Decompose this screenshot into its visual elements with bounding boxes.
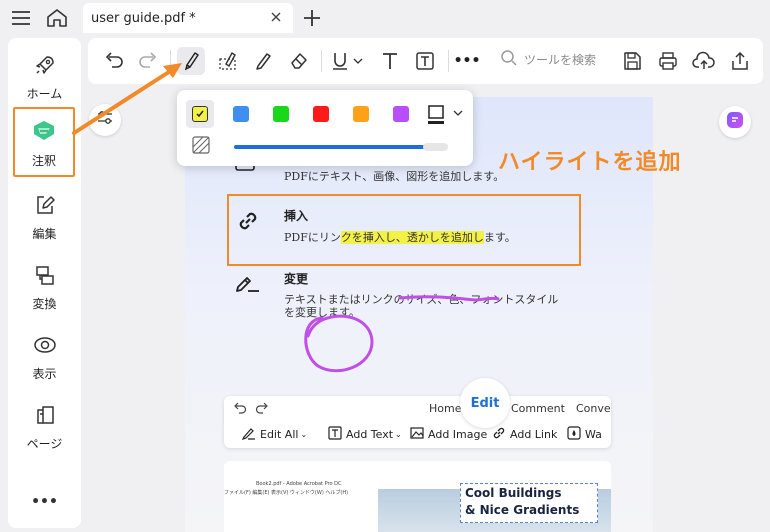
chevron-down-icon: ⌄ <box>395 430 402 439</box>
embed-tool-add-image: Add Image <box>410 426 487 443</box>
color-swatch-red[interactable] <box>307 100 335 128</box>
embed-tool-add-text: Add Text ⌄ <box>328 426 402 443</box>
color-swatch-orange[interactable] <box>347 100 375 128</box>
swatch-fill <box>273 106 289 122</box>
image-icon <box>410 426 424 443</box>
embed-tool-label: Wa <box>585 428 602 441</box>
swatch-fill <box>313 106 329 122</box>
mini-menu-bar: ファイル(F) 編集(E) 表示(V) ウィンドウ(W) ヘルプ(H) <box>224 490 349 496</box>
swatch-fill <box>353 106 369 122</box>
embed-tool-add-link: Add Link <box>492 426 557 443</box>
embed-tool-edit-all: Edit All ⌄ <box>241 426 308 443</box>
mini-window-title: Book2.pdf - Adobe Acrobat Pro DC <box>256 481 342 487</box>
opacity-slider-handle[interactable] <box>423 143 448 151</box>
embed-tool-label: Add Link <box>510 428 558 441</box>
callout-label: ハイライトを追加 <box>498 150 682 175</box>
embed-tool-label: Add Text <box>346 428 394 441</box>
pointer-arrow <box>72 68 174 135</box>
color-swatch-blue[interactable] <box>227 100 255 128</box>
embed-tool-watermark: Wa <box>567 426 602 443</box>
highlight-color-popup <box>177 90 473 166</box>
embed-edit-badge: Edit <box>460 378 510 428</box>
color-swatch-green[interactable] <box>267 100 295 128</box>
ink-strikethrough <box>398 295 500 302</box>
color-swatch-purple[interactable] <box>387 100 415 128</box>
swatch-fill <box>393 106 409 122</box>
link-icon <box>492 426 506 443</box>
ink-annotations <box>72 63 500 373</box>
embed-tool-label: Edit All <box>260 428 299 441</box>
swatch-fill <box>233 106 249 122</box>
custom-color-picker[interactable] <box>425 104 467 130</box>
swatch-fill <box>192 106 208 122</box>
text-box-icon <box>328 426 342 443</box>
embed-undo-icon <box>232 401 248 420</box>
pen-icon <box>241 426 256 443</box>
card-line-1: Cool Buildings <box>465 486 562 500</box>
card-line-2: & Nice Gradients <box>465 503 580 517</box>
opacity-slider-track[interactable] <box>234 145 426 149</box>
embed-tab-home: Home <box>429 402 462 415</box>
embed-tool-label: Add Image <box>428 428 488 441</box>
ink-circle <box>304 314 374 373</box>
embedded-screenshot-preview: Book2.pdf - Adobe Acrobat Pro DC ファイル(F)… <box>224 461 611 532</box>
embed-tab-comment: Comment <box>511 402 565 415</box>
color-swatch-yellow[interactable] <box>186 100 214 128</box>
opacity-icon <box>192 136 210 158</box>
embed-redo-icon <box>254 401 270 420</box>
embed-tab-convert: Convert <box>576 402 611 415</box>
embedded-toolbar-preview: Home Comment Convert Edit All⌄ Add Text⌄… <box>224 396 611 448</box>
mini-title-card: Cool Buildings & Nice Gradients <box>460 483 598 523</box>
chevron-down-icon: ⌄ <box>300 430 308 439</box>
watermark-icon <box>567 426 581 443</box>
